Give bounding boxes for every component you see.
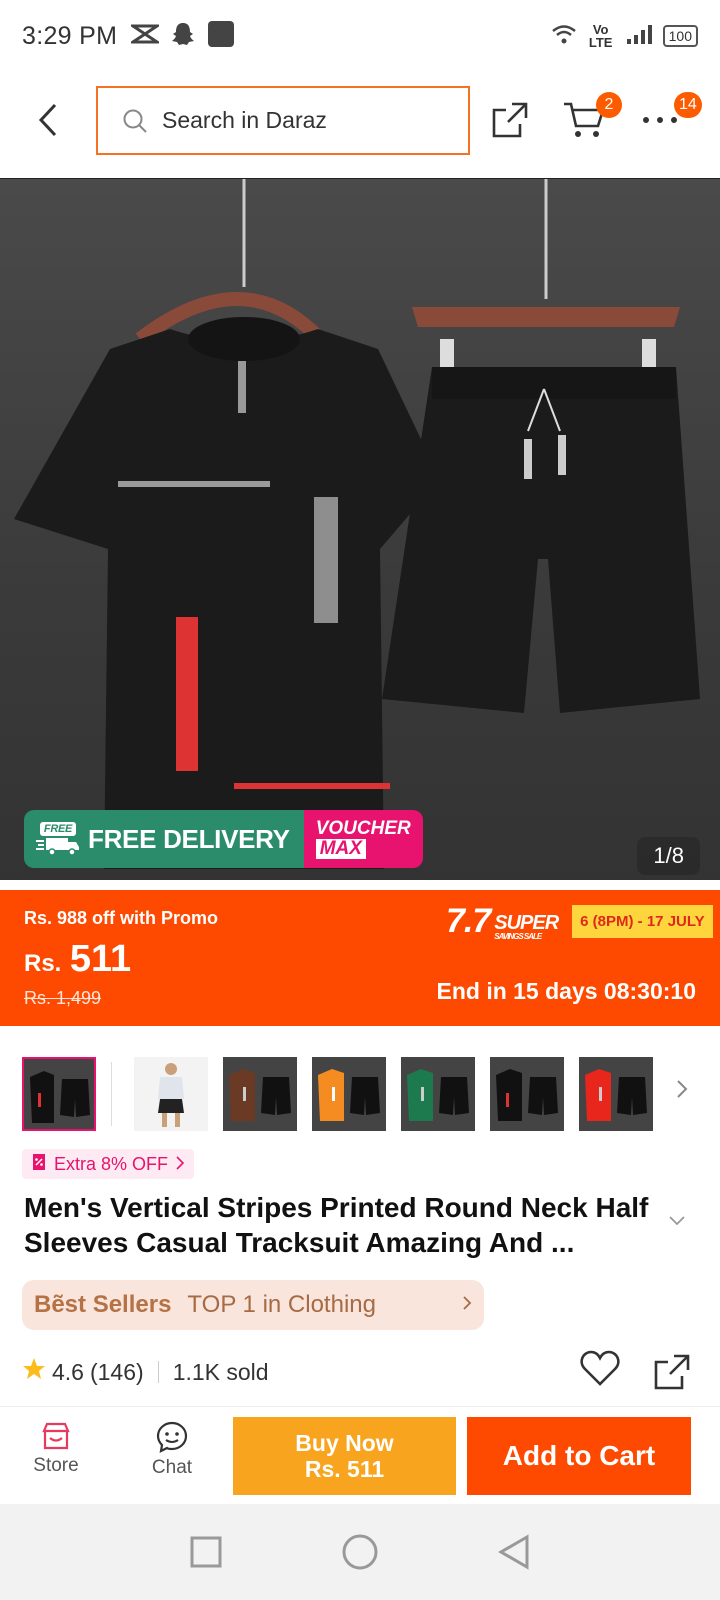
thumbnail-black[interactable]: [22, 1057, 96, 1131]
search-input[interactable]: [162, 107, 442, 134]
promo-discount-text: Rs. 988 off with Promo: [24, 908, 219, 928]
share-product-button[interactable]: [652, 1352, 692, 1397]
add-to-cart-button[interactable]: Add to Cart: [467, 1417, 691, 1495]
rating-value: 4.6: [52, 1358, 84, 1385]
app-notification-icon: [128, 23, 163, 50]
delivery-voucher-banner: FREE FREE DELIVERY VOUCHER MAX: [24, 810, 423, 868]
product-title: Men's Vertical Stripes Printed Round Nec…: [24, 1192, 649, 1258]
price-currency: Rs.: [24, 950, 62, 977]
status-time: 3:29 PM: [22, 21, 118, 50]
search-icon: [122, 108, 148, 134]
thumbnail-orange[interactable]: [312, 1057, 386, 1131]
share-icon: [492, 102, 528, 138]
snapchat-icon: [171, 21, 195, 52]
extra-off-label: Extra 8% OFF: [54, 1153, 169, 1174]
wifi-icon: [551, 23, 577, 49]
battery-indicator: 100: [662, 25, 698, 47]
chat-label: Chat: [151, 1457, 193, 1478]
product-image-gallery[interactable]: FREE FREE DELIVERY VOUCHER MAX 1/8: [0, 178, 720, 880]
thumbnail-black-red[interactable]: [490, 1057, 564, 1131]
wishlist-button[interactable]: [580, 1350, 620, 1391]
sold-count: 1.1K sold: [172, 1358, 269, 1385]
rating-row[interactable]: 4.6 (146) 1.1K sold: [22, 1357, 269, 1387]
thumbnail-next-icon[interactable]: [676, 1078, 688, 1106]
more-dots-icon: [643, 117, 677, 123]
best-sellers-link[interactable]: Bẽst Sellers TOP 1 in Clothing: [22, 1280, 484, 1330]
more-menu-button[interactable]: 14: [636, 92, 702, 144]
thumbnail-green[interactable]: [401, 1057, 475, 1131]
gallery-notification-icon: [207, 20, 235, 53]
buy-now-button[interactable]: Buy Now Rs. 511: [233, 1417, 456, 1495]
store-icon: [42, 1422, 70, 1450]
cart-count-badge: 2: [596, 92, 622, 118]
category-rank: TOP 1 in Clothing: [187, 1291, 376, 1318]
campaign-badge: 7.7 SUPER SAVINGS SALE 6 (8PM) - 17 JULY: [446, 902, 713, 941]
campaign-main: 7.7: [446, 902, 491, 940]
signal-icon: [625, 23, 653, 49]
store-button[interactable]: Store: [16, 1421, 96, 1477]
thumbnail-model[interactable]: [134, 1057, 208, 1131]
buy-now-label: Buy Now: [295, 1430, 394, 1456]
thumbnail-red[interactable]: [579, 1057, 653, 1131]
cart-button[interactable]: 2: [560, 92, 622, 144]
image-counter: 1/8: [637, 837, 700, 875]
circle-icon: [342, 1534, 378, 1570]
campaign-sub: SUPER: [494, 912, 559, 934]
delivery-truck-icon: FREE: [36, 822, 80, 856]
voucher-icon: [32, 1153, 46, 1176]
back-button[interactable]: [28, 100, 68, 140]
system-navigation-bar: [0, 1504, 720, 1600]
home-button[interactable]: [341, 1533, 379, 1571]
sale-countdown: End in 15 days 08:30:10: [436, 978, 696, 1004]
search-bar[interactable]: [96, 86, 470, 155]
voucher-max-label: MAX: [315, 839, 366, 859]
share-button[interactable]: [486, 96, 534, 144]
chevron-right-icon: [462, 1294, 472, 1317]
bottom-action-bar: Store Chat Buy Now Rs. 511 Add to Cart: [0, 1406, 720, 1504]
campaign-tag: SAVINGS SALE: [494, 932, 542, 941]
back-arrow-icon: [38, 103, 57, 137]
current-price: Rs. 511: [24, 938, 131, 981]
voucher-label: VOUCHER: [315, 818, 411, 839]
recent-apps-button[interactable]: [190, 1536, 222, 1568]
original-price: Rs. 1,499: [24, 988, 102, 1008]
product-photo: [14, 179, 700, 869]
free-tag: FREE: [39, 822, 77, 836]
thumbnail-brown[interactable]: [223, 1057, 297, 1131]
chevron-right-icon: [176, 1154, 185, 1175]
price-amount: 511: [69, 938, 132, 980]
free-delivery-label: FREE DELIVERY: [88, 823, 290, 854]
best-sellers-label: Bẽst Sellers: [34, 1291, 172, 1318]
review-count: (146): [89, 1358, 144, 1385]
square-icon: [190, 1536, 222, 1568]
top-bar: 2 14: [0, 82, 720, 158]
extra-off-tag[interactable]: Extra 8% OFF: [22, 1149, 195, 1179]
store-label: Store: [33, 1455, 79, 1476]
share-icon: [654, 1354, 690, 1390]
network-label: Vo LTE: [588, 22, 613, 50]
chat-icon: [156, 1421, 188, 1453]
heart-icon: [580, 1350, 620, 1386]
menu-count-badge: 14: [674, 92, 702, 118]
price-banner: Rs. 988 off with Promo Rs. 511 Rs. 1,499…: [0, 890, 720, 1026]
buy-now-price: Rs. 511: [304, 1456, 385, 1482]
triangle-back-icon: [498, 1534, 529, 1570]
chat-button[interactable]: Chat: [132, 1421, 212, 1479]
thumbnail-strip: [22, 1056, 712, 1132]
star-icon: [22, 1357, 46, 1387]
campaign-dates: 6 (8PM) - 17 JULY: [572, 905, 713, 938]
status-bar: 3:29 PM Vo LTE 100: [0, 0, 720, 72]
expand-title-icon[interactable]: [668, 1214, 686, 1232]
system-back-button[interactable]: [498, 1534, 530, 1570]
